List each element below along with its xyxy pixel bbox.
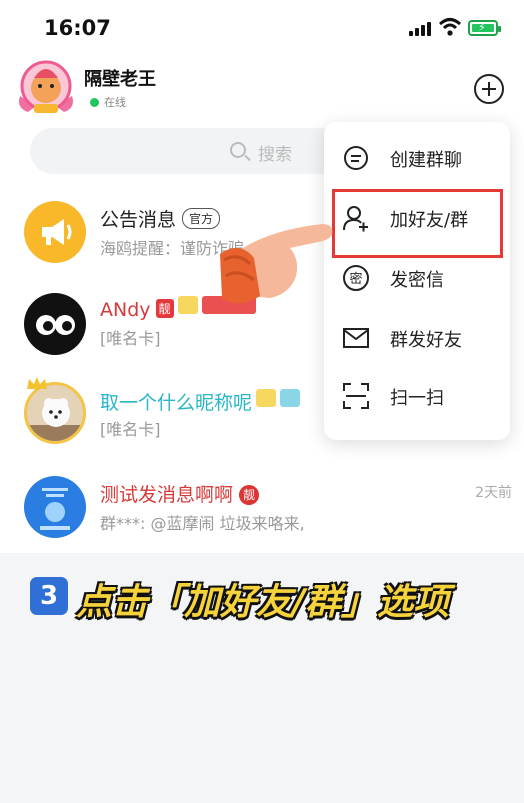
profile-avatar[interactable] [16,56,76,118]
battery-icon: ⚡ [468,20,501,36]
scan-icon [343,383,369,409]
signal-icon [409,22,433,36]
chat-title: ANdy [100,299,151,321]
eyes-icon [36,315,75,335]
megaphone-icon [42,219,72,245]
chat-bubble-icon [344,146,368,170]
chat-title: 取一个什么昵称呢 [100,392,253,414]
menu-item-mass-message[interactable]: 群发好友 [324,310,510,368]
liang-badge: 靓 [155,299,174,318]
group-avatar [24,476,86,538]
screen: 16:07 ⚡ 隔壁老王 在线 搜索 公告消息 官方 海鸥提醒：谨防诈骗 ANd… [0,0,524,803]
andy-avatar [24,293,86,355]
online-status-dot [90,98,99,107]
search-icon [230,142,246,158]
chat-preview: [唯名卡] [100,420,161,439]
online-status-text: 在线 [104,96,126,109]
add-menu-button[interactable] [474,74,504,104]
search-bar[interactable]: 搜索 [30,128,360,174]
search-placeholder: 搜索 [258,145,292,165]
menu-label: 扫一扫 [390,388,444,409]
app-screen: 16:07 ⚡ 隔壁老王 在线 搜索 公告消息 官方 海鸥提醒：谨防诈骗 ANd… [0,0,524,553]
menu-item-create-group[interactable]: 创建群聊 [324,130,510,188]
vip-badge-icon [177,296,198,314]
caption-text: 点击「加好友/群」选项 [76,582,450,623]
chat-preview: 群***: @蓝摩闹 垃圾来咯来, [100,514,305,533]
menu-item-scan[interactable]: 扫一扫 [324,368,510,426]
chat-title: 公告消息 [100,209,177,231]
wifi-icon [439,18,461,36]
chat-preview: [唯名卡] [100,329,161,348]
diamond-badge-icon [280,389,301,407]
menu-label: 创建群聊 [390,150,462,171]
dog-avatar [24,382,86,444]
dog-photo [27,398,83,441]
menu-item-secret-message[interactable]: 密 发密信 [324,250,510,308]
profile-name: 隔壁老王 [84,69,156,90]
liang-badge: 靓 [239,485,260,505]
chat-item-test[interactable]: 测试发消息啊啊靓 群***: @蓝摩闹 垃圾来咯来, 2天前 [0,470,524,560]
menu-label: 发密信 [390,270,444,291]
vip-badge-icon [256,389,277,407]
svg-text:密: 密 [349,271,362,287]
chat-time: 2天前 [475,485,512,501]
announcement-avatar [24,201,86,263]
chat-title: 测试发消息啊啊 [100,484,234,506]
step-number: 3 [30,577,68,615]
add-popup-menu: 创建群聊 加好友/群 密 发密信 群发好友 扫一扫 [324,122,510,440]
status-time: 16:07 [44,16,111,40]
pointing-hand-icon [220,224,333,304]
menu-label: 群发好友 [390,330,462,351]
highlight-box [332,189,503,258]
mail-icon [343,328,369,348]
crown-icon [27,377,47,389]
secret-message-icon: 密 [343,265,369,291]
group-poster-icon [40,488,70,530]
